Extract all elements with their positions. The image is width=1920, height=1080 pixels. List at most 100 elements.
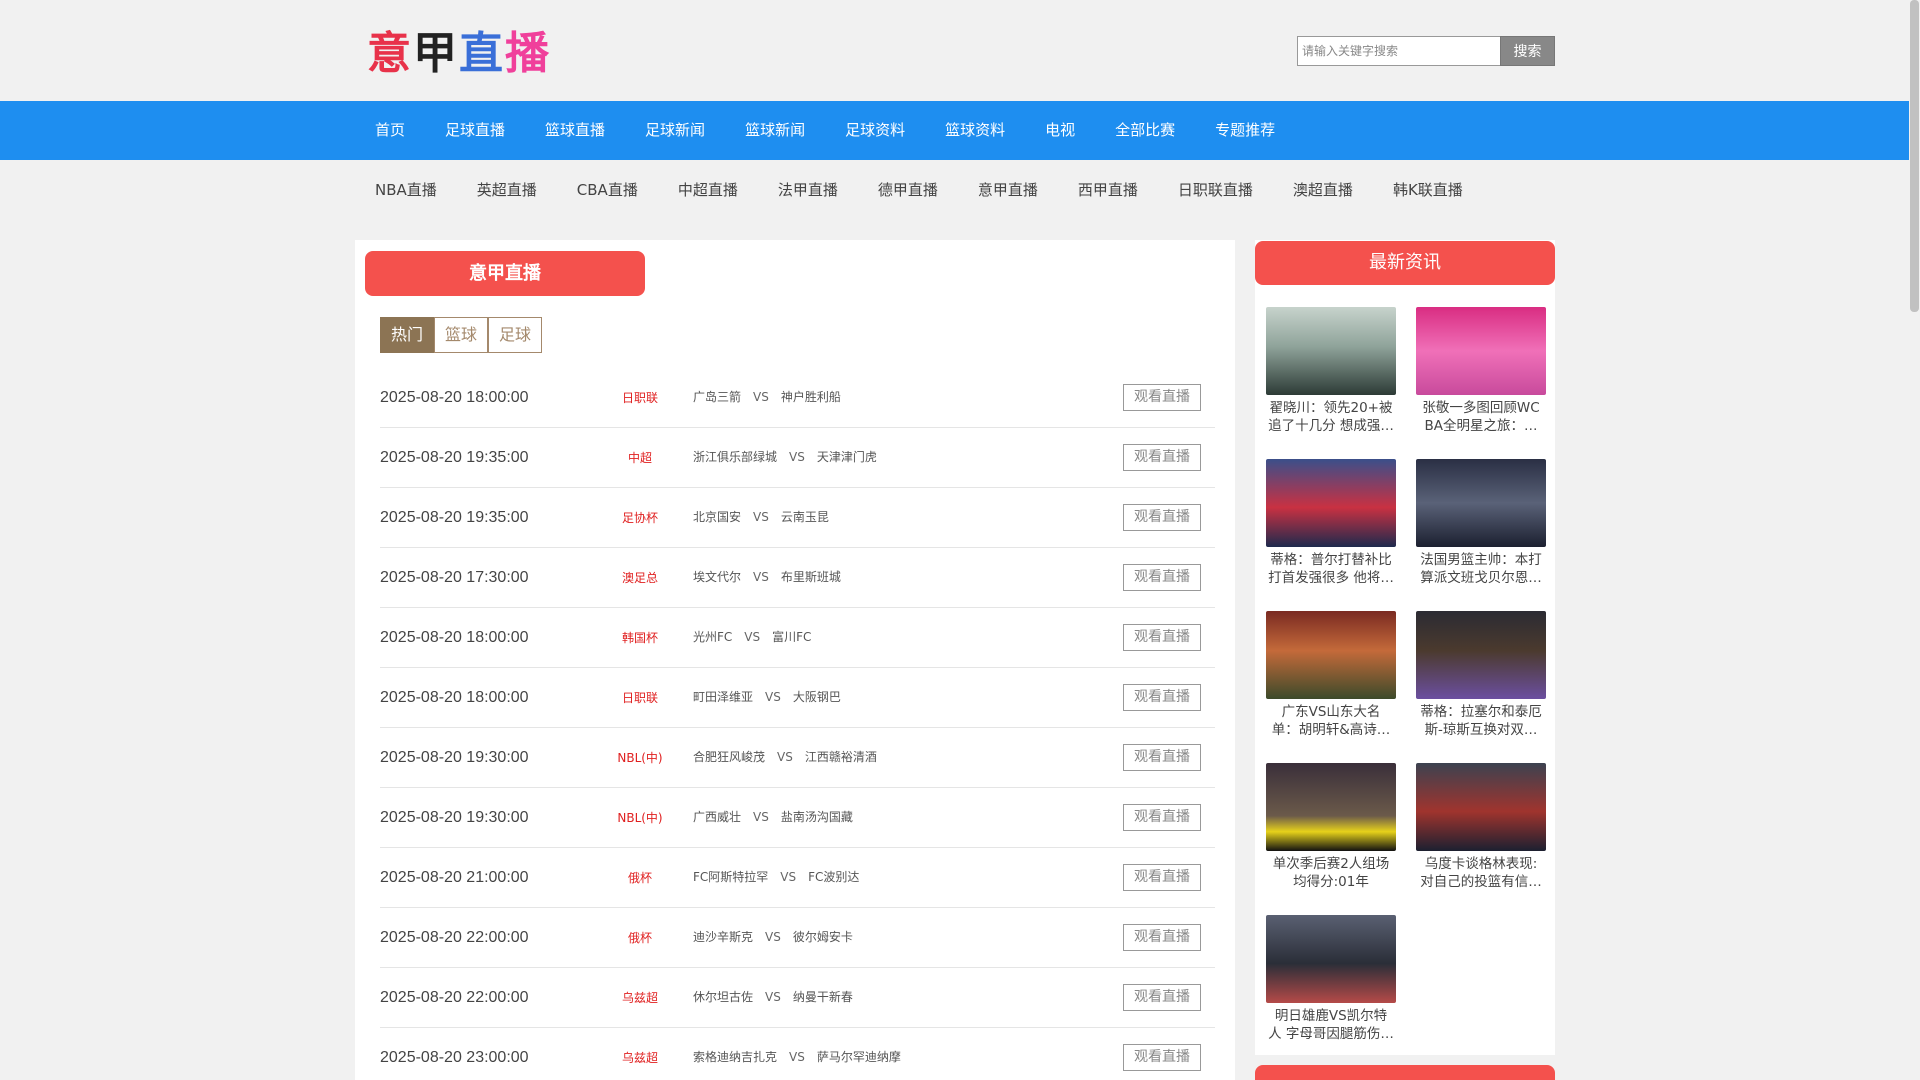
nav-item-home[interactable]: 首页	[355, 101, 425, 160]
subnav-item-nba[interactable]: NBA直播	[355, 160, 457, 220]
search-button[interactable]: 搜索	[1500, 36, 1555, 66]
watch-live-button[interactable]: 观看直播	[1123, 444, 1201, 471]
subnav-item-k-league[interactable]: 韩K联直播	[1373, 160, 1483, 220]
news-item[interactable]: 蒂格：拉塞尔和泰厄 斯-琼斯互换对双…	[1416, 611, 1546, 739]
match-league[interactable]: 足协杯	[580, 488, 700, 548]
away-team[interactable]: 纳曼干新春	[793, 990, 853, 1004]
watch-live-button[interactable]: 观看直播	[1123, 864, 1201, 891]
nav-item-all-matches[interactable]: 全部比赛	[1095, 101, 1195, 160]
watch-live-button[interactable]: 观看直播	[1123, 384, 1201, 411]
subnav-item-epl[interactable]: 英超直播	[457, 160, 557, 220]
subnav-item-serie-a[interactable]: 意甲直播	[958, 160, 1058, 220]
news-item[interactable]: 乌度卡谈格林表现: 对自己的投篮有信…	[1416, 763, 1546, 891]
news-thumbnail[interactable]	[1416, 611, 1546, 699]
news-thumbnail[interactable]	[1416, 459, 1546, 547]
away-team[interactable]: 云南玉昆	[781, 510, 829, 524]
home-team[interactable]: 迪沙辛斯克	[693, 930, 753, 944]
news-item[interactable]: 蒂格：普尔打替补比 打首发强很多 他将…	[1266, 459, 1396, 587]
away-team[interactable]: 彼尔姆安卡	[793, 930, 853, 944]
nav-item-basketball-live[interactable]: 篮球直播	[525, 101, 625, 160]
home-team[interactable]: 索格迪纳吉扎克	[693, 1050, 777, 1064]
news-thumbnail[interactable]	[1266, 915, 1396, 1003]
home-team[interactable]: 町田泽维亚	[693, 690, 753, 704]
match-league[interactable]: 韩国杯	[580, 608, 700, 668]
tab-football[interactable]: 足球	[488, 317, 542, 353]
match-league[interactable]: NBL(中)	[580, 728, 700, 788]
news-thumbnail[interactable]	[1266, 763, 1396, 851]
match-league[interactable]: 澳足总	[580, 548, 700, 608]
news-caption[interactable]: 广东VS山东大名 单：胡明轩&高诗…	[1266, 703, 1396, 739]
tab-hot[interactable]: 热门	[380, 317, 434, 353]
subnav-item-laliga[interactable]: 西甲直播	[1058, 160, 1158, 220]
subnav-item-a-league[interactable]: 澳超直播	[1273, 160, 1373, 220]
home-team[interactable]: FC阿斯特拉罕	[693, 870, 768, 884]
subnav-item-csl[interactable]: 中超直播	[658, 160, 758, 220]
match-league[interactable]: 俄杯	[580, 908, 700, 968]
tab-basketball[interactable]: 篮球	[434, 317, 488, 353]
home-team[interactable]: 广西威壮	[693, 810, 741, 824]
watch-live-button[interactable]: 观看直播	[1123, 504, 1201, 531]
news-caption[interactable]: 法国男篮主帅：本打 算派文班戈贝尔恩…	[1416, 551, 1546, 587]
match-league[interactable]: NBL(中)	[580, 788, 700, 848]
search-input[interactable]	[1297, 36, 1500, 66]
news-thumbnail[interactable]	[1266, 611, 1396, 699]
news-item[interactable]: 张敬一多图回顾WC BA全明星之旅：…	[1416, 307, 1546, 435]
match-league[interactable]: 中超	[580, 428, 700, 488]
away-team[interactable]: 神户胜利船	[781, 390, 841, 404]
news-item[interactable]: 翟晓川：领先20+被 追了十几分 想成强…	[1266, 307, 1396, 435]
nav-item-tv[interactable]: 电视	[1025, 101, 1095, 160]
subnav-item-cba[interactable]: CBA直播	[557, 160, 658, 220]
home-team[interactable]: 浙江俱乐部绿城	[693, 450, 777, 464]
news-caption[interactable]: 蒂格：普尔打替补比 打首发强很多 他将…	[1266, 551, 1396, 587]
news-thumbnail[interactable]	[1416, 763, 1546, 851]
home-team[interactable]: 埃文代尔	[693, 570, 741, 584]
news-thumbnail[interactable]	[1416, 307, 1546, 395]
watch-live-button[interactable]: 观看直播	[1123, 564, 1201, 591]
watch-live-button[interactable]: 观看直播	[1123, 984, 1201, 1011]
away-team[interactable]: 大阪钢巴	[793, 690, 841, 704]
news-item[interactable]: 广东VS山东大名 单：胡明轩&高诗…	[1266, 611, 1396, 739]
nav-item-topics[interactable]: 专题推荐	[1195, 101, 1295, 160]
news-caption[interactable]: 明日雄鹿VS凯尔特人 字母哥因腿筋伤…	[1266, 1007, 1396, 1043]
scrollbar-thumb[interactable]	[1910, 0, 1919, 312]
news-caption[interactable]: 单次季后赛2人组场均得分:01年OK59.…	[1266, 855, 1396, 891]
watch-live-button[interactable]: 观看直播	[1123, 804, 1201, 831]
news-thumbnail[interactable]	[1266, 307, 1396, 395]
news-thumbnail[interactable]	[1266, 459, 1396, 547]
news-caption[interactable]: 乌度卡谈格林表现: 对自己的投篮有信…	[1416, 855, 1546, 891]
news-item[interactable]: 法国男篮主帅：本打 算派文班戈贝尔恩…	[1416, 459, 1546, 587]
away-team[interactable]: 江西赣裕清酒	[805, 750, 877, 764]
match-league[interactable]: 日职联	[580, 368, 700, 428]
watch-live-button[interactable]: 观看直播	[1123, 744, 1201, 771]
away-team[interactable]: 布里斯班城	[781, 570, 841, 584]
watch-live-button[interactable]: 观看直播	[1123, 684, 1201, 711]
nav-item-football-data[interactable]: 足球资料	[825, 101, 925, 160]
match-league[interactable]: 日职联	[580, 668, 700, 728]
subnav-item-bundesliga[interactable]: 德甲直播	[858, 160, 958, 220]
subnav-item-j-league[interactable]: 日职联直播	[1158, 160, 1273, 220]
home-team[interactable]: 合肥狂风峻茂	[693, 750, 765, 764]
nav-item-basketball-data[interactable]: 篮球资料	[925, 101, 1025, 160]
away-team[interactable]: 萨马尔罕迪纳摩	[817, 1050, 901, 1064]
away-team[interactable]: FC波别达	[808, 870, 859, 884]
news-caption[interactable]: 翟晓川：领先20+被 追了十几分 想成强…	[1266, 399, 1396, 435]
away-team[interactable]: 富川FC	[772, 630, 811, 644]
match-league[interactable]: 俄杯	[580, 848, 700, 908]
away-team[interactable]: 盐南汤沟国藏	[781, 810, 853, 824]
watch-live-button[interactable]: 观看直播	[1123, 1044, 1201, 1071]
site-logo[interactable]: 意甲直播	[367, 30, 551, 78]
nav-item-football-live[interactable]: 足球直播	[425, 101, 525, 160]
away-team[interactable]: 天津津门虎	[817, 450, 877, 464]
nav-item-basketball-news[interactable]: 篮球新闻	[725, 101, 825, 160]
nav-item-football-news[interactable]: 足球新闻	[625, 101, 725, 160]
match-league[interactable]: 乌兹超	[580, 968, 700, 1028]
watch-live-button[interactable]: 观看直播	[1123, 924, 1201, 951]
watch-live-button[interactable]: 观看直播	[1123, 624, 1201, 651]
home-team[interactable]: 广岛三箭	[693, 390, 741, 404]
home-team[interactable]: 休尔坦古佐	[693, 990, 753, 1004]
home-team[interactable]: 北京国安	[693, 510, 741, 524]
match-league[interactable]: 乌兹超	[580, 1028, 700, 1080]
subnav-item-ligue1[interactable]: 法甲直播	[758, 160, 858, 220]
news-caption[interactable]: 张敬一多图回顾WC BA全明星之旅：…	[1416, 399, 1546, 435]
news-caption[interactable]: 蒂格：拉塞尔和泰厄 斯-琼斯互换对双…	[1416, 703, 1546, 739]
